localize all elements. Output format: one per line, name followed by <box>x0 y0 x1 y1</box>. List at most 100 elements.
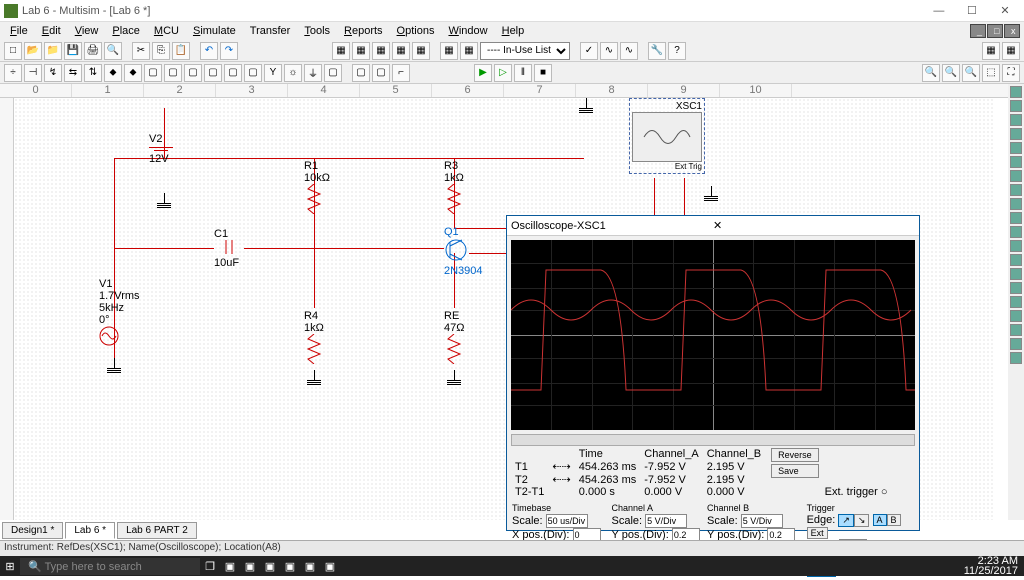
app-1[interactable]: ▣ <box>220 560 240 573</box>
c11[interactable]: ▢ <box>204 64 222 82</box>
chb-scale[interactable] <box>741 514 783 528</box>
osc-screen[interactable] <box>511 240 915 430</box>
comp-xsc1[interactable]: XSC1 Ext Trig <box>629 98 705 174</box>
zoomout-button[interactable]: 🔍 <box>942 64 960 82</box>
system-tray[interactable]: 2:23 AM11/25/2017 <box>958 556 1024 576</box>
app-6[interactable]: ▣ <box>320 560 340 573</box>
tb-c[interactable]: ▦ <box>372 42 390 60</box>
tb-d[interactable]: ▦ <box>392 42 410 60</box>
inst-14[interactable] <box>1010 268 1022 280</box>
tab-lab6p2[interactable]: Lab 6 PART 2 <box>117 522 197 539</box>
mdi-max[interactable]: □ <box>987 24 1003 38</box>
inst-4[interactable] <box>1010 128 1022 140</box>
comp-v2[interactable]: V2 12V <box>149 133 173 165</box>
cha-scale[interactable] <box>645 514 687 528</box>
tb-k[interactable]: 🔧 <box>648 42 666 60</box>
tab-design1[interactable]: Design1 * <box>2 522 63 539</box>
c9[interactable]: ▢ <box>164 64 182 82</box>
zoomin-button[interactable]: 🔍 <box>922 64 940 82</box>
c1[interactable]: ÷ <box>4 64 22 82</box>
inst-13[interactable] <box>1010 254 1022 266</box>
redo-button[interactable]: ↷ <box>220 42 238 60</box>
c19[interactable]: ▢ <box>372 64 390 82</box>
inst-3[interactable] <box>1010 114 1022 126</box>
app-4[interactable]: ▣ <box>280 560 300 573</box>
trg-a[interactable]: A <box>873 514 887 526</box>
tb-r2[interactable]: ▦ <box>1002 42 1020 60</box>
inst-15[interactable] <box>1010 282 1022 294</box>
tb-a[interactable]: ▦ <box>332 42 350 60</box>
menu-file[interactable]: File <box>4 25 34 37</box>
help-button[interactable]: ? <box>668 42 686 60</box>
comp-r4[interactable]: R4 1kΩ <box>304 310 324 367</box>
menu-transfer[interactable]: Transfer <box>244 25 297 37</box>
tb-f[interactable]: ▦ <box>440 42 458 60</box>
pause-button[interactable]: ‖ <box>514 64 532 82</box>
app-5[interactable]: ▣ <box>300 560 320 573</box>
trg-b[interactable]: B <box>887 514 901 526</box>
maximize-button[interactable]: ☐ <box>957 4 987 17</box>
oscilloscope-window[interactable]: Oscilloscope-XSC1 ✕ TimeChannel_AChannel… <box>506 215 920 531</box>
run-button[interactable]: ▶ <box>474 64 492 82</box>
c12[interactable]: ▢ <box>224 64 242 82</box>
comp-q1[interactable]: Q1 2N3904 <box>444 226 483 277</box>
osc-scrollbar[interactable] <box>511 434 915 446</box>
save-button[interactable]: 💾 <box>64 42 82 60</box>
menu-options[interactable]: Options <box>391 25 441 37</box>
c10[interactable]: ▢ <box>184 64 202 82</box>
mdi-close[interactable]: x <box>1004 24 1020 38</box>
start-button[interactable]: ⊞ <box>0 560 20 573</box>
save-button[interactable]: Save <box>771 464 819 478</box>
menu-mcu[interactable]: MCU <box>148 25 185 37</box>
inst-10[interactable] <box>1010 212 1022 224</box>
inst-16[interactable] <box>1010 296 1022 308</box>
tb-b[interactable]: ▦ <box>352 42 370 60</box>
c18[interactable]: ▢ <box>352 64 370 82</box>
comp-c1[interactable]: C1 10uF <box>214 228 244 269</box>
c16[interactable]: ⏚ <box>304 64 322 82</box>
c14[interactable]: Y <box>264 64 282 82</box>
menu-reports[interactable]: Reports <box>338 25 389 37</box>
open-button[interactable]: 📂 <box>24 42 42 60</box>
menu-window[interactable]: Window <box>442 25 493 37</box>
trg-ext[interactable]: Ext <box>807 527 828 539</box>
app-3[interactable]: ▣ <box>260 560 280 573</box>
gnd-2[interactable] <box>107 358 121 369</box>
gnd-4[interactable] <box>447 370 461 381</box>
inst-6[interactable] <box>1010 156 1022 168</box>
edge-rise[interactable]: ↗ <box>838 514 854 527</box>
minimize-button[interactable]: — <box>924 5 954 17</box>
close-button[interactable]: ✕ <box>990 4 1020 17</box>
fullscreen-button[interactable]: ⛶ <box>1002 64 1020 82</box>
tb-h[interactable]: ✓ <box>580 42 598 60</box>
inst-19[interactable] <box>1010 338 1022 350</box>
open2-button[interactable]: 📁 <box>44 42 62 60</box>
inst-12[interactable] <box>1010 240 1022 252</box>
app-2[interactable]: ▣ <box>240 560 260 573</box>
menu-edit[interactable]: Edit <box>36 25 67 37</box>
copy-button[interactable]: ⎘ <box>152 42 170 60</box>
new-button[interactable]: □ <box>4 42 22 60</box>
c3[interactable]: ↯ <box>44 64 62 82</box>
tb-j[interactable]: ∿ <box>620 42 638 60</box>
inst-18[interactable] <box>1010 324 1022 336</box>
play-button[interactable]: ▷ <box>494 64 512 82</box>
comp-re[interactable]: RE 47Ω <box>444 310 464 367</box>
gnd-1[interactable] <box>157 193 171 204</box>
reverse-button[interactable]: Reverse <box>771 448 819 462</box>
inst-5[interactable] <box>1010 142 1022 154</box>
inst-9[interactable] <box>1010 198 1022 210</box>
tb-i[interactable]: ∿ <box>600 42 618 60</box>
inuse-select[interactable]: ---- In-Use List ---- <box>480 42 570 60</box>
c17[interactable]: ▢ <box>324 64 342 82</box>
stop-button[interactable]: ■ <box>534 64 552 82</box>
cut-button[interactable]: ✂ <box>132 42 150 60</box>
inst-1[interactable] <box>1010 86 1022 98</box>
undo-button[interactable]: ↶ <box>200 42 218 60</box>
osc-close-icon[interactable]: ✕ <box>713 219 915 232</box>
c7[interactable]: ⬥ <box>124 64 142 82</box>
comp-r3[interactable]: R3 1kΩ <box>444 160 464 217</box>
c13[interactable]: ▢ <box>244 64 262 82</box>
inst-8[interactable] <box>1010 184 1022 196</box>
inst-7[interactable] <box>1010 170 1022 182</box>
